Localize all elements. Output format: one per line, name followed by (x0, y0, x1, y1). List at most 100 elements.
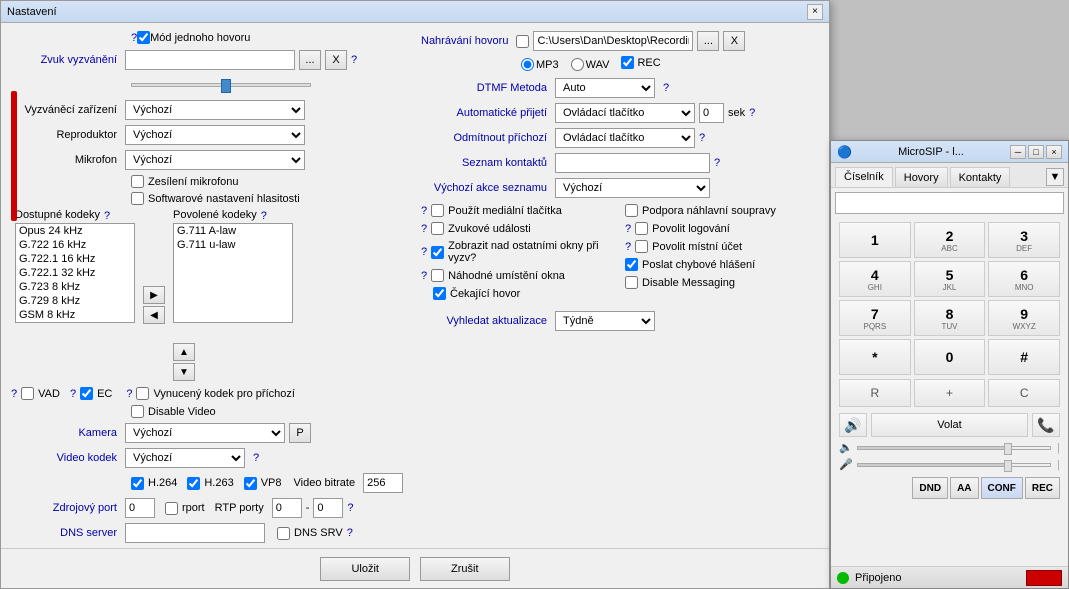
cancel-button[interactable]: Zrušit (420, 557, 510, 581)
logovani-help[interactable]: ? (625, 223, 631, 235)
tabs-dropdown-btn[interactable]: ▼ (1046, 168, 1064, 186)
zvukove-checkbox[interactable] (431, 222, 444, 235)
available-codec-list[interactable]: Opus 24 kHz G.722 16 kHz G.722.1 16 kHz … (15, 223, 135, 323)
numpad-star[interactable]: * (839, 339, 911, 375)
numpad-6[interactable]: 6MNO (988, 261, 1060, 297)
pouzit-checkbox[interactable] (431, 204, 444, 217)
action-r-btn[interactable]: R (839, 379, 911, 407)
pouzit-help[interactable]: ? (421, 205, 427, 217)
dns-input[interactable] (125, 523, 265, 543)
slider-thumb[interactable] (221, 79, 231, 93)
bitrate-input[interactable] (363, 473, 403, 493)
action-c-btn[interactable]: C (988, 379, 1060, 407)
codec-g7221-16[interactable]: G.722.1 16 kHz (16, 252, 134, 266)
dns-help[interactable]: ? (347, 527, 353, 539)
codec-gsm[interactable]: GSM 8 kHz (16, 308, 134, 322)
mic-slider[interactable] (857, 463, 1051, 467)
zobrazit-checkbox[interactable] (431, 246, 444, 259)
vyzvon-select[interactable]: Výchozí (125, 100, 305, 120)
action-plus-btn[interactable]: + (914, 379, 986, 407)
codec-g723[interactable]: G.723 8 kHz (16, 280, 134, 294)
mikro-select[interactable]: Výchozí (125, 150, 305, 170)
codec-g7221-32[interactable]: G.722.1 32 kHz (16, 266, 134, 280)
numpad-hash[interactable]: # (988, 339, 1060, 375)
allowed-help[interactable]: ? (261, 210, 267, 222)
zvuk-help[interactable]: ? (351, 54, 357, 66)
logovani-checkbox[interactable] (635, 222, 648, 235)
volume-slider[interactable] (131, 83, 311, 87)
port-help[interactable]: ? (347, 502, 353, 514)
microsip-close-btn[interactable]: × (1046, 145, 1062, 159)
transfer-icon-btn[interactable]: 📞 (1032, 413, 1060, 437)
codec-down-btn[interactable]: ▼ (173, 363, 195, 381)
codec-g722-16[interactable]: G.722 16 kHz (16, 238, 134, 252)
mp3-radio[interactable] (521, 58, 534, 71)
wav-radio[interactable] (571, 58, 584, 71)
vp8-checkbox[interactable] (244, 477, 257, 490)
codec-ulaw[interactable]: G.711 u-law (174, 238, 292, 252)
podpora-checkbox[interactable] (625, 204, 638, 217)
numpad-7[interactable]: 7PQRS (839, 300, 911, 336)
vynuceny-help[interactable]: ? (126, 388, 132, 400)
rec-fn-btn[interactable]: REC (1025, 477, 1060, 499)
zesil-checkbox[interactable] (131, 175, 144, 188)
available-help[interactable]: ? (104, 210, 110, 222)
zvuk-x-btn[interactable]: X (325, 50, 347, 70)
codec-opus[interactable]: Opus 24 kHz (16, 224, 134, 238)
odmit-help[interactable]: ? (699, 132, 705, 144)
codec-right-btn[interactable]: ▶ (143, 286, 165, 304)
numpad-1[interactable]: 1 (839, 222, 911, 258)
zvuk-input[interactable] (125, 50, 295, 70)
microsip-restore-btn[interactable]: □ (1028, 145, 1044, 159)
vychozi-akce-select[interactable]: Výchozí (555, 178, 710, 198)
save-button[interactable]: Uložit (320, 557, 410, 581)
vad-checkbox[interactable] (21, 387, 34, 400)
auto-sek-input[interactable] (699, 103, 724, 123)
rtp1-input[interactable] (272, 498, 302, 518)
allowed-codec-list[interactable]: G.711 A-law G.711 u-law (173, 223, 293, 323)
kamera-select[interactable]: Výchozí (125, 423, 285, 443)
ec-help[interactable]: ? (70, 388, 76, 400)
aa-btn[interactable]: AA (950, 477, 978, 499)
tab-hovory[interactable]: Hovory (895, 167, 948, 187)
rtp2-input[interactable] (313, 498, 343, 518)
rport-checkbox[interactable] (165, 502, 178, 515)
nahravani-browse-btn[interactable]: ... (697, 31, 719, 51)
video-kodek-help[interactable]: ? (253, 452, 259, 464)
mic-slider-thumb[interactable] (1004, 460, 1012, 472)
seznam-help[interactable]: ? (714, 157, 720, 169)
tab-ciselnik[interactable]: Číselník (835, 167, 893, 187)
codec-up-btn[interactable]: ▲ (173, 343, 195, 361)
h263-checkbox[interactable] (187, 477, 200, 490)
nahravani-x-btn[interactable]: X (723, 31, 745, 51)
mistni-checkbox[interactable] (635, 240, 648, 253)
conf-btn[interactable]: CONF (981, 477, 1023, 499)
h264-checkbox[interactable] (131, 477, 144, 490)
nahravani-checkbox[interactable] (516, 35, 529, 48)
close-button[interactable]: × (807, 4, 823, 20)
mod-jednoho-checkbox[interactable] (137, 31, 150, 44)
cekajici-checkbox[interactable] (433, 287, 446, 300)
vynuceny-checkbox[interactable] (136, 387, 149, 400)
numpad-0[interactable]: 0 (914, 339, 986, 375)
odmit-select[interactable]: Ovládací tlačítko (555, 128, 695, 148)
numpad-8[interactable]: 8TUV (914, 300, 986, 336)
speaker-slider-thumb[interactable] (1004, 443, 1012, 455)
messaging-checkbox[interactable] (625, 276, 638, 289)
ec-checkbox[interactable] (80, 387, 93, 400)
dialer-search-input[interactable] (835, 192, 1064, 214)
nahodne-help[interactable]: ? (421, 270, 427, 282)
vyhledat-select[interactable]: Týdně (555, 311, 655, 331)
auto-select[interactable]: Ovládací tlačítko (555, 103, 695, 123)
tab-kontakty[interactable]: Kontakty (950, 167, 1011, 187)
call-btn[interactable]: Volat (871, 413, 1028, 437)
software-checkbox[interactable] (131, 192, 144, 205)
dnd-btn[interactable]: DND (912, 477, 948, 499)
numpad-9[interactable]: 9WXYZ (988, 300, 1060, 336)
numpad-4[interactable]: 4GHI (839, 261, 911, 297)
kamera-p-btn[interactable]: P (289, 423, 311, 443)
zvuk-browse-btn[interactable]: ... (299, 50, 321, 70)
zobrazit-help[interactable]: ? (421, 246, 427, 258)
nahravani-path-input[interactable] (533, 31, 693, 51)
dtmf-select[interactable]: Auto (555, 78, 655, 98)
